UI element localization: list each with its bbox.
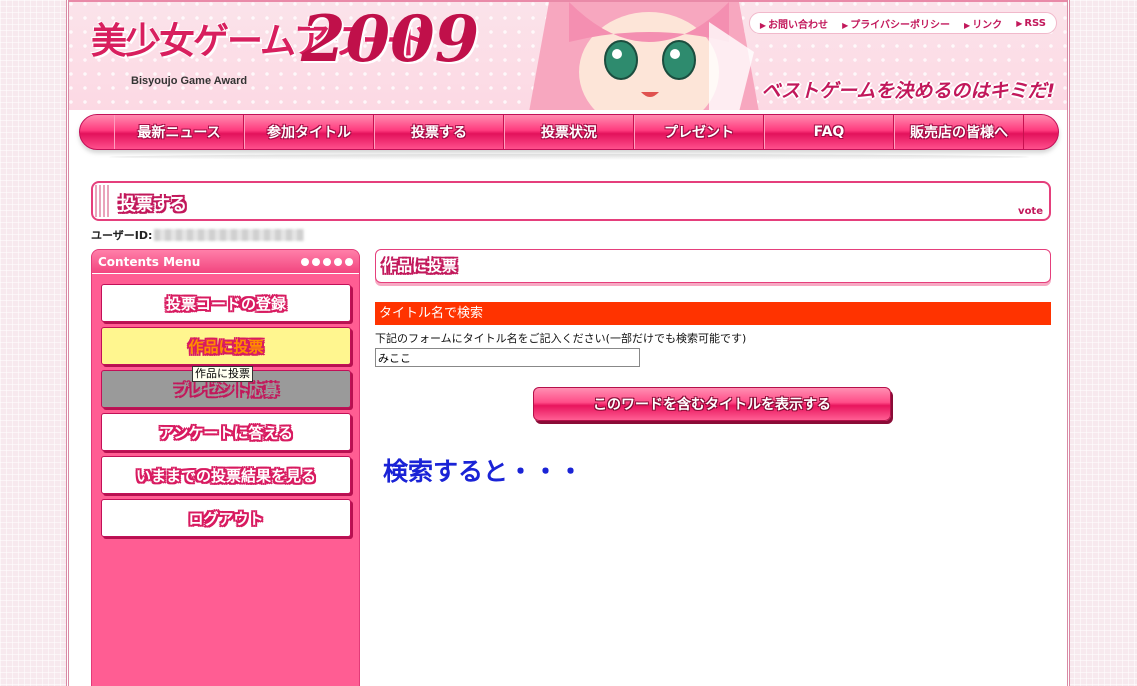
section-title-en: vote <box>1018 206 1043 217</box>
title-search-input[interactable] <box>375 348 640 367</box>
tooltip: 作品に投票 <box>192 366 253 382</box>
dots-icon <box>301 257 353 266</box>
search-heading: タイトル名で検索 <box>375 302 1051 325</box>
contents-menu-title: Contents Menu <box>98 254 201 269</box>
header-banner: 美少女ゲームアワード 2009 Bisyoujo Game Award お問い合… <box>69 0 1067 110</box>
section-title: 投票する <box>119 195 187 215</box>
global-nav: 最新ニュース 参加タイトル 投票する 投票状況 プレゼント FAQ 販売店の皆様… <box>79 114 1059 150</box>
section-title-box: 投票する vote <box>91 181 1051 221</box>
links-link[interactable]: リンク <box>964 16 1002 31</box>
main-title-box: 作品に投票 <box>375 249 1051 283</box>
nav-shadow <box>109 154 1029 160</box>
section-stripe <box>95 185 111 217</box>
contact-link[interactable]: お問い合わせ <box>760 16 828 31</box>
main-title: 作品に投票 <box>382 257 458 275</box>
show-titles-button[interactable]: このワードを含むタイトルを表示する <box>533 387 891 421</box>
search-caption: 検索すると・・・ <box>383 457 584 486</box>
page: 美少女ゲームアワード 2009 Bisyoujo Game Award お問い合… <box>66 0 1070 686</box>
menu-survey[interactable]: アンケートに答える <box>101 413 351 451</box>
nav-vote[interactable]: 投票する <box>374 115 504 149</box>
nav-vote-status[interactable]: 投票状況 <box>504 115 634 149</box>
catchphrase: ベストゲームを決めるのはキミだ! <box>761 80 1055 102</box>
user-id-value-redacted <box>154 229 305 241</box>
privacy-policy-link[interactable]: プライバシーポリシー <box>842 16 950 31</box>
search-instruction: 下記のフォームにタイトル名をご記入ください(一部だけでも検索可能です) <box>375 332 747 345</box>
logo-subtitle: Bisyoujo Game Award <box>131 75 248 87</box>
contents-menu: Contents Menu 投票コードの登録 作品に投票 プレゼント応募 アンケ… <box>91 249 360 686</box>
user-id-label: ユーザーID: <box>91 229 153 242</box>
user-id: ユーザーID: <box>91 227 305 243</box>
logo-year: 2009 <box>301 2 480 77</box>
mascot-illustration <box>529 2 759 110</box>
nav-latest-news[interactable]: 最新ニュース <box>114 115 244 149</box>
utility-links: お問い合わせ プライバシーポリシー リンク RSS <box>748 12 1057 34</box>
nav-retailers[interactable]: 販売店の皆様へ <box>894 115 1024 149</box>
menu-past-results[interactable]: いままでの投票結果を見る <box>101 456 351 494</box>
menu-logout[interactable]: ログアウト <box>101 499 351 537</box>
menu-register-code[interactable]: 投票コードの登録 <box>101 284 351 322</box>
contents-menu-header: Contents Menu <box>92 250 359 274</box>
nav-present[interactable]: プレゼント <box>634 115 764 149</box>
nav-faq[interactable]: FAQ <box>764 115 894 149</box>
menu-vote-title[interactable]: 作品に投票 <box>101 327 351 365</box>
rss-link[interactable]: RSS <box>1016 18 1046 29</box>
nav-participating-titles[interactable]: 参加タイトル <box>244 115 374 149</box>
